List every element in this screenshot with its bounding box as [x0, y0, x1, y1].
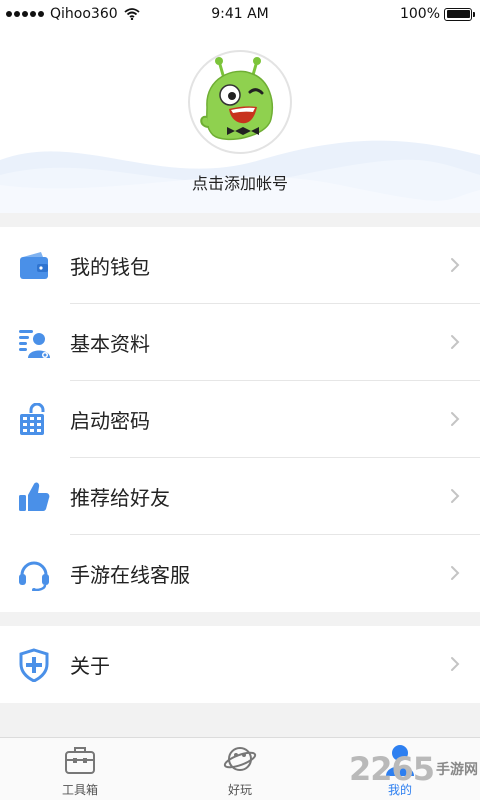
shield-plus-icon — [19, 648, 49, 682]
alien-mascot-icon — [200, 57, 273, 141]
menu-item-customer-service[interactable]: 手游在线客服 — [0, 535, 480, 612]
menu-item-about[interactable]: 关于 — [0, 626, 480, 703]
headset-icon — [19, 561, 49, 591]
menu-item-profile-info[interactable]: 基本资料 — [0, 304, 480, 381]
planet-icon — [223, 747, 257, 771]
tab-label: 好玩 — [227, 783, 252, 797]
menu-item-label: 我的钱包 — [70, 255, 150, 279]
profile-header: 点击添加帐号 — [0, 0, 480, 213]
mine-screen: 点击添加帐号 Qihoo360 9:41 AM 100% 我的钱包 基本资料 启… — [0, 0, 480, 800]
watermark: 2265 手游网 — [349, 750, 478, 788]
menu-item-label: 推荐给好友 — [70, 486, 170, 510]
chevron-right-icon — [451, 566, 460, 580]
menu-item-label: 基本资料 — [70, 332, 150, 356]
avatar[interactable] — [188, 50, 292, 154]
menu-item-label: 手游在线客服 — [70, 563, 190, 587]
chevron-right-icon — [451, 489, 460, 503]
chevron-right-icon — [451, 258, 460, 272]
add-account-link[interactable]: 点击添加帐号 — [0, 170, 480, 194]
menu-item-label: 启动密码 — [70, 409, 150, 433]
watermark-text: 手游网 — [436, 762, 478, 778]
profile-info-icon — [19, 330, 50, 358]
chevron-right-icon — [451, 335, 460, 349]
menu-group-about: 关于 — [0, 626, 480, 703]
tab-label: 工具箱 — [61, 783, 98, 797]
thumbs-up-icon — [19, 482, 50, 511]
status-bar: Qihoo360 9:41 AM 100% — [0, 0, 480, 30]
menu-item-label: 关于 — [70, 654, 110, 678]
bottom-tab-bar: 工具箱 好玩 我的 2265 手游网 — [0, 737, 480, 800]
menu-group-main: 我的钱包 基本资料 启动密码 推荐给好友 手游在线客服 — [0, 227, 480, 612]
battery-percent: 100% — [399, 6, 440, 22]
toolbox-icon — [65, 747, 95, 774]
wallet-icon — [20, 252, 48, 279]
watermark-number: 2265 — [348, 750, 435, 788]
menu-item-wallet[interactable]: 我的钱包 — [0, 227, 480, 304]
keypad-lock-icon — [20, 403, 45, 435]
menu-item-startup-password[interactable]: 启动密码 — [0, 381, 480, 458]
tab-fun[interactable]: 好玩 — [160, 738, 320, 800]
chevron-right-icon — [451, 412, 460, 426]
menu-item-recommend-friend[interactable]: 推荐给好友 — [0, 458, 480, 535]
battery-icon — [444, 7, 475, 21]
tab-toolbox[interactable]: 工具箱 — [0, 738, 160, 800]
chevron-right-icon — [451, 657, 460, 671]
